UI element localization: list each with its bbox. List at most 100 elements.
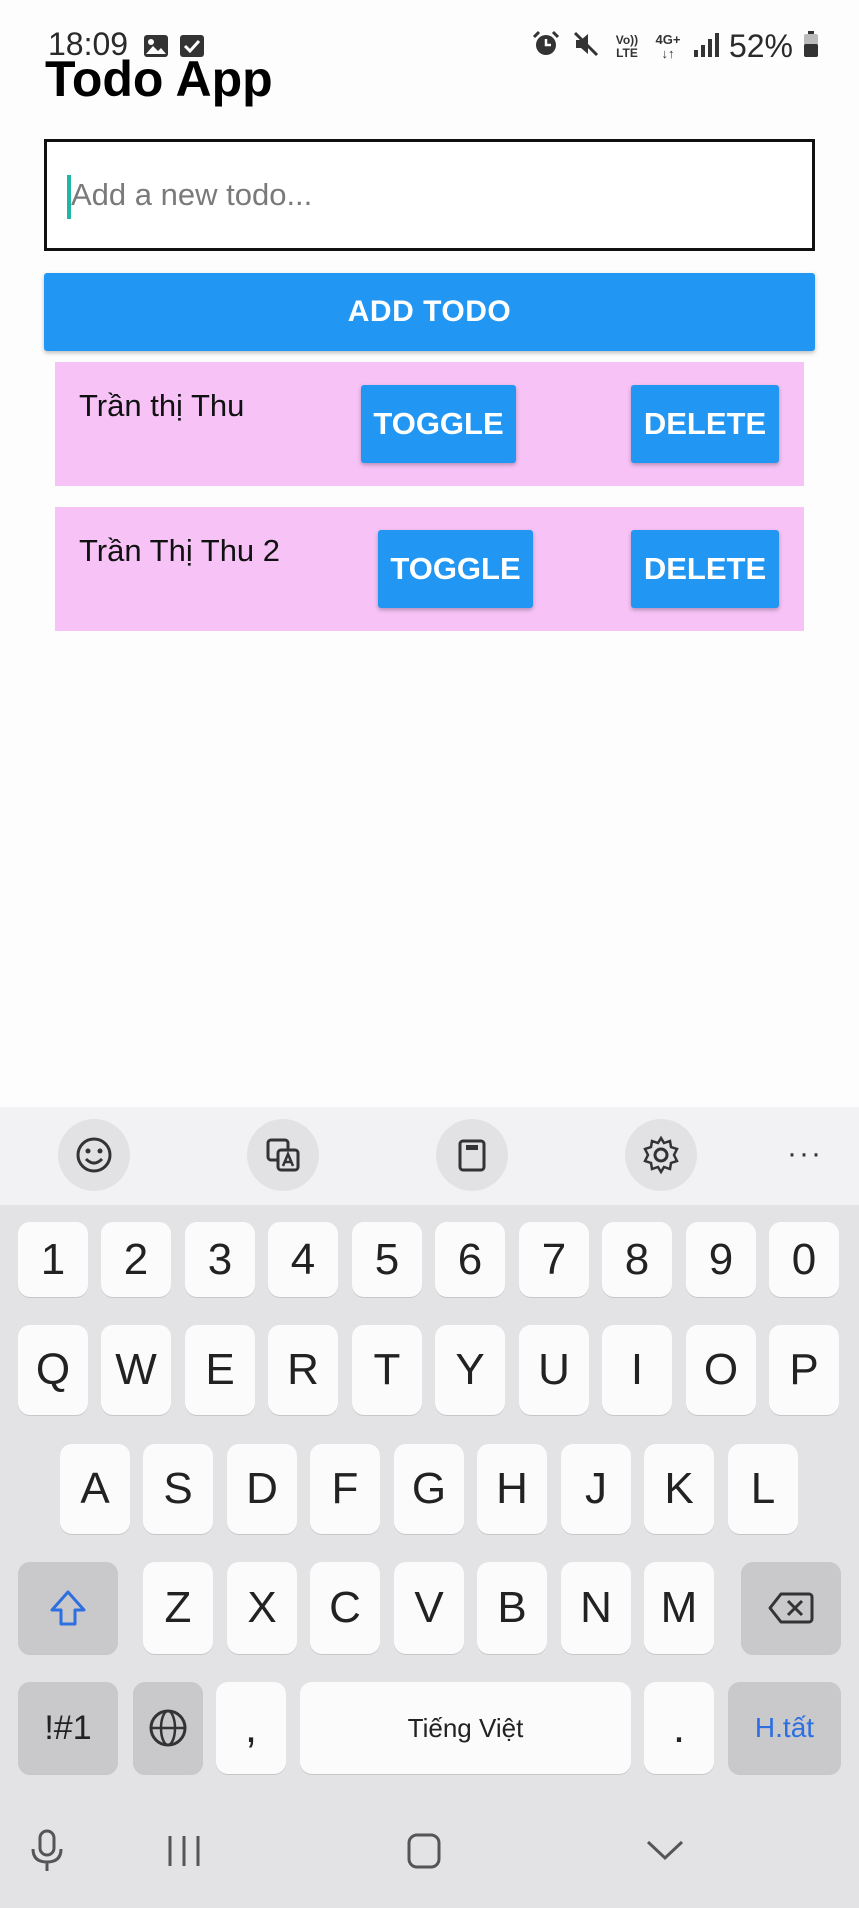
mute-icon <box>571 29 601 64</box>
chevron-down-icon[interactable] <box>645 1838 685 1867</box>
translate-icon[interactable] <box>247 1119 319 1191</box>
key-label: 6 <box>457 1234 483 1284</box>
key-label: X <box>247 1583 277 1632</box>
toggle-button[interactable]: TOGGLE <box>361 385 516 463</box>
key-label: R <box>287 1345 319 1394</box>
key-l[interactable]: L <box>728 1444 798 1534</box>
clipboard-icon[interactable] <box>436 1119 508 1191</box>
key-label: P <box>789 1345 819 1394</box>
key-label: U <box>538 1345 570 1394</box>
recent-apps-icon[interactable] <box>166 1834 202 1873</box>
comma-key[interactable]: , <box>216 1682 286 1774</box>
key-label: L <box>750 1464 776 1513</box>
backspace-key[interactable] <box>741 1562 841 1654</box>
key-label: 2 <box>123 1234 149 1284</box>
signal-icon <box>693 30 719 63</box>
delete-button[interactable]: DELETE <box>631 385 779 463</box>
key-o[interactable]: O <box>686 1325 756 1415</box>
key-z[interactable]: Z <box>143 1562 213 1654</box>
key-label: 3 <box>207 1234 233 1284</box>
key-q[interactable]: Q <box>18 1325 88 1415</box>
key-v[interactable]: V <box>394 1562 464 1654</box>
add-todo-button[interactable]: ADD TODO <box>44 273 815 351</box>
key-label: B <box>497 1583 527 1632</box>
key-label: N <box>580 1583 612 1632</box>
delete-button[interactable]: DELETE <box>631 530 779 608</box>
key-label: 1 <box>40 1234 66 1284</box>
emoji-icon[interactable] <box>58 1119 130 1191</box>
key-label: 7 <box>541 1234 567 1284</box>
key-label: Z <box>164 1583 192 1632</box>
key-label: E <box>205 1345 235 1394</box>
key-label: 0 <box>791 1234 817 1284</box>
4g-label: 4G+ <box>655 31 681 47</box>
status-right: Vo)) LTE 4G+ ↓↑ 52% <box>531 28 819 65</box>
space-key[interactable]: Tiếng Việt <box>300 1682 631 1774</box>
symbols-key[interactable]: !#1 <box>18 1682 118 1774</box>
key-1[interactable]: 1 <box>18 1222 88 1297</box>
key-r[interactable]: R <box>268 1325 338 1415</box>
language-key[interactable] <box>133 1682 203 1774</box>
key-u[interactable]: U <box>519 1325 589 1415</box>
key-p[interactable]: P <box>769 1325 839 1415</box>
keyboard-toolbar: ··· <box>0 1107 859 1205</box>
key-a[interactable]: A <box>60 1444 130 1534</box>
key-h[interactable]: H <box>477 1444 547 1534</box>
key-e[interactable]: E <box>185 1325 255 1415</box>
key-label: H <box>496 1464 528 1513</box>
key-label: D <box>246 1464 278 1513</box>
todo-item: Trần thị Thu TOGGLE DELETE <box>55 362 804 486</box>
key-label: Q <box>35 1345 71 1394</box>
key-d[interactable]: D <box>227 1444 297 1534</box>
key-9[interactable]: 9 <box>686 1222 756 1297</box>
key-label: 9 <box>708 1234 734 1284</box>
key-4[interactable]: 4 <box>268 1222 338 1297</box>
key-5[interactable]: 5 <box>352 1222 422 1297</box>
key-y[interactable]: Y <box>435 1325 505 1415</box>
key-k[interactable]: K <box>644 1444 714 1534</box>
period-key[interactable]: . <box>644 1682 714 1774</box>
key-label: O <box>703 1345 739 1394</box>
keyboard: ··· 1 2 3 4 5 6 7 8 9 0 Q W E R T Y U I … <box>0 1107 859 1908</box>
home-icon[interactable] <box>406 1832 442 1875</box>
key-n[interactable]: N <box>561 1562 631 1654</box>
todo-input[interactable] <box>71 142 801 248</box>
app-title: Todo App <box>45 51 273 107</box>
shift-key[interactable] <box>18 1562 118 1654</box>
key-6[interactable]: 6 <box>435 1222 505 1297</box>
key-label: Tiếng Việt <box>407 1712 524 1743</box>
done-key[interactable]: H.tất <box>728 1682 841 1774</box>
volte-label: Vo)) <box>615 32 639 47</box>
settings-icon[interactable] <box>625 1119 697 1191</box>
key-label: J <box>585 1464 607 1513</box>
key-label: M <box>660 1583 698 1632</box>
more-icon[interactable]: ··· <box>787 1137 823 1171</box>
key-c[interactable]: C <box>310 1562 380 1654</box>
key-w[interactable]: W <box>101 1325 171 1415</box>
todo-input-field[interactable] <box>44 139 815 251</box>
key-j[interactable]: J <box>561 1444 631 1534</box>
key-label: H.tất <box>754 1712 815 1743</box>
key-3[interactable]: 3 <box>185 1222 255 1297</box>
key-label: W <box>115 1345 157 1394</box>
key-x[interactable]: X <box>227 1562 297 1654</box>
key-m[interactable]: M <box>644 1562 714 1654</box>
key-g[interactable]: G <box>394 1444 464 1534</box>
key-label: K <box>664 1464 694 1513</box>
key-s[interactable]: S <box>143 1444 213 1534</box>
key-i[interactable]: I <box>602 1325 672 1415</box>
todo-item: Trần Thị Thu 2 TOGGLE DELETE <box>55 507 804 631</box>
key-label: Y <box>455 1345 485 1394</box>
key-b[interactable]: B <box>477 1562 547 1654</box>
toggle-button[interactable]: TOGGLE <box>378 530 533 608</box>
battery-text: 52% <box>728 28 793 64</box>
key-7[interactable]: 7 <box>519 1222 589 1297</box>
key-2[interactable]: 2 <box>101 1222 171 1297</box>
key-label: 5 <box>374 1234 400 1284</box>
key-8[interactable]: 8 <box>602 1222 672 1297</box>
key-t[interactable]: T <box>352 1325 422 1415</box>
todo-text: Trần Thị Thu 2 <box>79 533 281 568</box>
key-0[interactable]: 0 <box>769 1222 839 1297</box>
microphone-icon[interactable] <box>28 1828 66 1879</box>
key-f[interactable]: F <box>310 1444 380 1534</box>
